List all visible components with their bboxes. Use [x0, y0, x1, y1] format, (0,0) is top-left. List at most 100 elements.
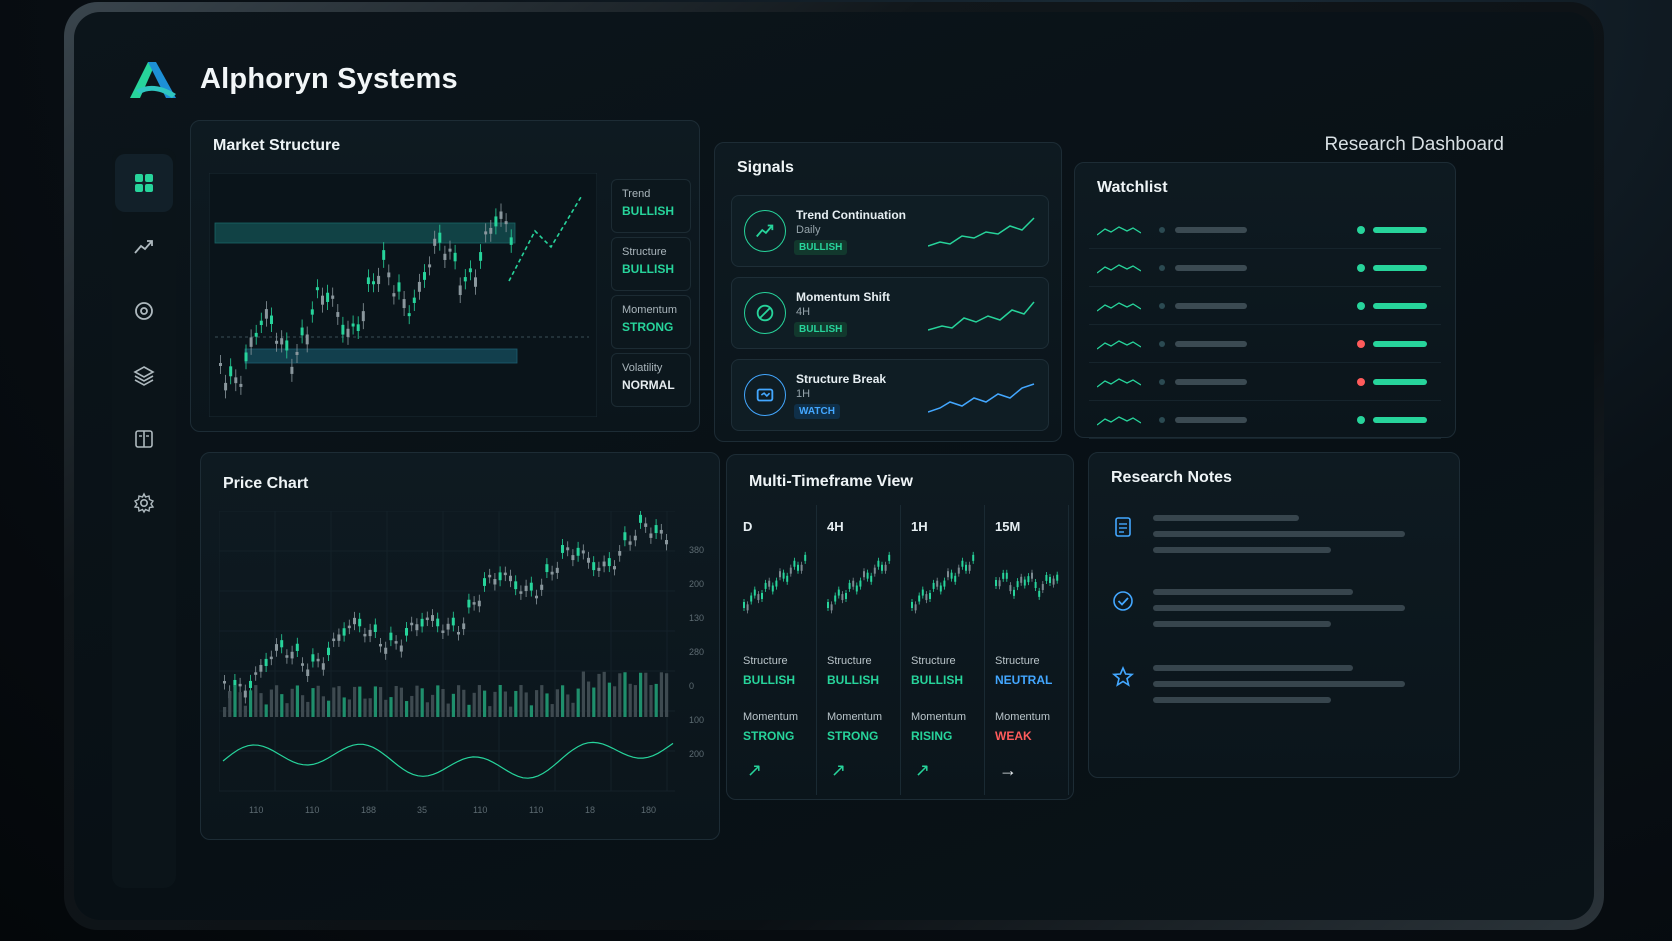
volume-bar	[249, 690, 253, 717]
candle	[372, 281, 375, 285]
sidebar-item-layers[interactable]	[115, 346, 173, 404]
sidebar-item-dashboard[interactable]	[115, 154, 173, 212]
candle	[654, 525, 658, 534]
signal-sparkline	[928, 217, 1035, 247]
candle	[504, 221, 508, 225]
trend-up-icon	[744, 210, 786, 252]
watchlist-row[interactable]	[1089, 287, 1441, 325]
mtf-direction-arrow: →	[999, 760, 1017, 780]
sidebar-item-analytics[interactable]	[115, 218, 173, 276]
note-item[interactable]	[1111, 589, 1405, 637]
note-item[interactable]	[1111, 515, 1405, 563]
candle	[834, 595, 837, 602]
y-tick-label: 280	[689, 647, 705, 657]
signal-card[interactable]: Structure Break 1H WATCH	[731, 359, 1049, 431]
volume-bar	[399, 687, 403, 717]
candle	[342, 628, 346, 636]
watchlist-status-dot	[1357, 263, 1365, 272]
sidebar-item-targets[interactable]	[115, 282, 173, 340]
candle	[764, 582, 767, 589]
candle	[441, 630, 445, 633]
candle	[957, 567, 960, 574]
signal-card[interactable]: Momentum Shift 4H BULLISH	[731, 277, 1049, 349]
x-tick-label: 110	[305, 805, 320, 815]
candle	[1020, 576, 1023, 583]
candle	[633, 535, 637, 541]
candle	[238, 683, 242, 687]
signal-badge: BULLISH	[794, 322, 848, 337]
candle	[463, 277, 467, 282]
volume-bar	[311, 688, 315, 717]
candle	[514, 581, 518, 590]
watchlist-row[interactable]	[1089, 363, 1441, 401]
candle	[855, 585, 858, 592]
volume-bar	[628, 683, 632, 717]
candle	[347, 625, 351, 629]
mtf-column[interactable]: 4H Structure BULLISH Momentum STRONG ↗	[817, 505, 901, 795]
candle	[269, 656, 273, 660]
candle	[327, 647, 330, 656]
sidebar-item-settings[interactable]	[115, 474, 173, 532]
candle	[789, 567, 792, 574]
candle	[358, 618, 362, 627]
candle	[947, 571, 949, 578]
brand-name: Alphoryn Systems	[200, 62, 458, 95]
watchlist-dot	[1159, 340, 1165, 347]
volume-bar	[259, 693, 263, 717]
volume-bar	[472, 692, 476, 717]
candle	[837, 589, 840, 596]
candle	[412, 297, 416, 303]
watchlist-row[interactable]	[1089, 401, 1441, 439]
candle	[483, 578, 486, 586]
candle	[972, 554, 975, 561]
volume-bar	[623, 672, 627, 717]
candle	[859, 580, 862, 587]
volume-bar	[509, 706, 513, 717]
signal-card[interactable]: Trend Continuation Daily BULLISH	[731, 195, 1049, 267]
volume-bar	[451, 693, 455, 717]
candle	[336, 312, 340, 317]
candle	[479, 252, 483, 261]
volume-bar	[436, 685, 440, 717]
price-chart[interactable]	[219, 511, 681, 801]
volume-bar	[358, 686, 362, 717]
candle	[830, 604, 833, 611]
document-icon	[1115, 517, 1131, 537]
candle	[550, 571, 554, 575]
candle	[462, 623, 466, 630]
watchlist-row[interactable]	[1089, 249, 1441, 287]
mtf-timeframe: 15M	[995, 519, 1021, 534]
watchlist-row[interactable]	[1089, 211, 1441, 249]
candle	[249, 337, 253, 347]
y-tick-label: 0	[689, 681, 695, 691]
mtf-column[interactable]: 1H Structure BULLISH Momentum RISING ↗	[901, 505, 985, 795]
sidebar-item-library[interactable]	[115, 410, 173, 468]
watchlist-dot	[1159, 226, 1165, 233]
panel-title: Research Notes	[1111, 469, 1232, 486]
volume-bar	[529, 705, 533, 717]
watchlist-dot	[1159, 416, 1165, 423]
candle	[848, 582, 851, 589]
signal-sparkline	[928, 383, 1035, 413]
volume-bar	[633, 685, 637, 717]
candle	[602, 561, 606, 567]
panel-title: Watchlist	[1097, 179, 1168, 196]
volume-bar	[306, 701, 310, 717]
volume-bar	[607, 682, 611, 717]
watchlist-row[interactable]	[1089, 325, 1441, 363]
candle	[315, 287, 319, 291]
candle	[387, 272, 391, 278]
mtf-column[interactable]: D Structure BULLISH Momentum STRONG ↗	[733, 505, 817, 795]
candle	[477, 600, 481, 607]
volume-bar	[431, 694, 435, 717]
candle	[884, 564, 887, 571]
candle	[499, 211, 503, 219]
candle	[433, 238, 437, 246]
note-item[interactable]	[1111, 665, 1405, 713]
market-structure-chart[interactable]	[209, 173, 597, 417]
volume-bar	[535, 690, 539, 717]
volume-bar	[379, 687, 383, 717]
volume-bar	[462, 689, 466, 717]
mtf-column[interactable]: 15M Structure NEUTRAL Momentum WEAK →	[985, 505, 1069, 795]
volume-bar	[540, 685, 544, 717]
